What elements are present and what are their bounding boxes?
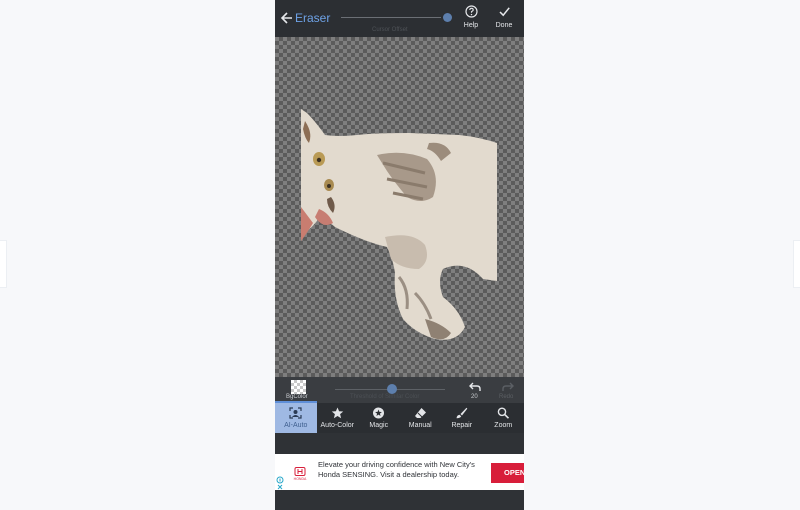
right-edge-handle — [793, 240, 800, 288]
honda-logo: HONDA — [294, 467, 307, 481]
help-label: Help — [463, 22, 479, 29]
threshold-caption: Threshold of Similar Color — [350, 394, 420, 400]
redo-icon[interactable] — [501, 381, 515, 392]
tool-zoom[interactable]: Zoom — [483, 403, 525, 433]
tool-manual[interactable]: Manual — [400, 403, 442, 433]
ad-open-button[interactable]: OPEN — [491, 463, 524, 483]
tool-label: Manual — [408, 422, 432, 429]
tool-label: Repair — [451, 422, 473, 429]
adchoices-icon[interactable] — [276, 476, 284, 484]
undo-count: 20 — [471, 394, 478, 400]
bgcolor-label: BgColor — [286, 394, 308, 400]
tool-magic[interactable]: Magic — [358, 403, 400, 433]
brush-icon — [456, 407, 468, 419]
zoom-icon — [497, 407, 509, 419]
spacer-bar — [275, 433, 524, 454]
bottom-bar — [275, 490, 524, 510]
back-arrow-icon[interactable] — [280, 10, 294, 26]
svg-text:HONDA: HONDA — [294, 477, 307, 481]
tool-ai-auto[interactable]: AI-Auto — [275, 401, 317, 433]
page-title: Eraser — [295, 11, 331, 25]
done-button[interactable]: Done — [490, 5, 518, 29]
help-icon — [464, 5, 478, 18]
threshold-slider-knob[interactable] — [387, 384, 397, 394]
tool-auto-color[interactable]: Auto-Color — [317, 403, 359, 433]
ad-banner[interactable]: HONDA Elevate your driving confidence wi… — [275, 454, 524, 490]
checkmark-icon — [498, 7, 510, 17]
left-edge-handle — [0, 240, 7, 288]
ai-auto-icon — [289, 407, 302, 419]
ad-text: Elevate your driving confidence with New… — [318, 460, 475, 479]
tool-label: AI-Auto — [284, 422, 308, 429]
magic-icon — [373, 407, 385, 419]
tool-label: Auto-Color — [320, 422, 354, 429]
help-button[interactable]: Help — [457, 5, 485, 29]
tool-label: Magic — [369, 422, 389, 429]
editing-canvas[interactable] — [275, 37, 524, 377]
tool-bar: AI-Auto Auto-Color Magic Manual Repair Z… — [275, 401, 525, 433]
cursor-offset-caption: Cursor Offset — [372, 27, 408, 33]
redo-label: Redo — [499, 394, 514, 400]
cursor-offset-slider-knob[interactable] — [443, 13, 452, 22]
star-icon — [331, 407, 343, 419]
done-label: Done — [495, 22, 513, 29]
app-screen: Eraser Cursor Offset Help Done BgColor T… — [275, 0, 524, 510]
eraser-icon — [414, 408, 426, 418]
undo-icon[interactable] — [468, 381, 482, 392]
bgcolor-swatch[interactable] — [291, 380, 306, 394]
tool-label: Zoom — [494, 422, 513, 429]
cat-cutout-image — [301, 109, 497, 340]
cursor-offset-slider-track[interactable] — [341, 17, 441, 18]
threshold-bar: BgColor Threshold of Similar Color 20 Re… — [275, 377, 524, 403]
top-bar: Eraser Cursor Offset Help Done — [275, 0, 524, 37]
tool-repair[interactable]: Repair — [441, 403, 483, 433]
